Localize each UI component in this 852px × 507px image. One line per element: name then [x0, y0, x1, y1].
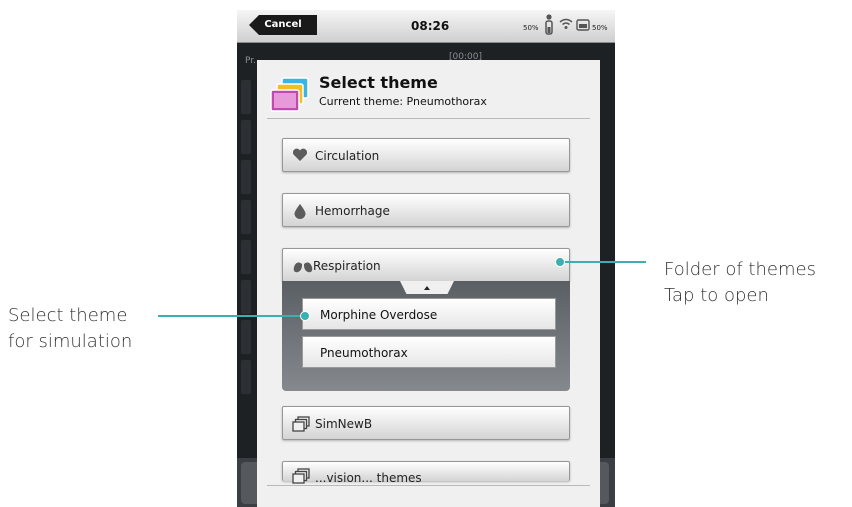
theme-item-hemorrhage[interactable]: Hemorrhage — [282, 193, 570, 227]
divider — [267, 485, 590, 486]
wifi-icon — [559, 18, 573, 29]
battery-icon — [576, 19, 590, 31]
background-row — [241, 80, 251, 114]
folder-item-simnewb[interactable]: SimNewB — [282, 406, 570, 440]
theme-item-label: Hemorrhage — [315, 204, 390, 218]
select-annotation-line1: Select theme — [8, 305, 128, 326]
dialog-title: Select theme — [319, 73, 438, 92]
folder-annotation-line2: Tap to open — [664, 285, 769, 306]
folder-item-label: SimNewB — [315, 417, 373, 431]
folder-item-label: ...vision... themes — [315, 471, 422, 485]
background-row — [241, 360, 251, 394]
background-row — [241, 200, 251, 234]
folder-item-partial[interactable]: ...vision... themes — [282, 461, 570, 485]
theme-item-label: Circulation — [315, 149, 380, 163]
heart-icon — [292, 148, 308, 161]
background-row — [241, 240, 251, 274]
current-theme-label: Current theme: Pneumothorax — [319, 95, 487, 108]
themes-icon — [270, 77, 309, 112]
folder-stack-icon — [292, 468, 310, 484]
drop-icon — [294, 204, 306, 219]
theme-item-pneumothorax[interactable]: Pneumothorax — [302, 336, 556, 368]
background-row — [241, 280, 251, 314]
select-callout-line — [158, 315, 306, 317]
select-callout-dot — [300, 311, 310, 321]
collapse-arrow-icon[interactable] — [424, 286, 430, 290]
theme-item-morphine-overdose[interactable]: Morphine Overdose — [302, 298, 556, 330]
clock: 08:26 — [411, 19, 450, 33]
theme-item-circulation[interactable]: Circulation — [282, 138, 570, 172]
cancel-button[interactable]: Cancel — [249, 15, 317, 35]
background-row — [241, 160, 251, 194]
folder-item-label: Respiration — [313, 259, 381, 273]
respiration-folder-panel: Morphine Overdose Pneumothorax — [282, 281, 570, 391]
status-bar: Cancel 08:26 50% 50% — [237, 10, 615, 43]
folder-callout-dot — [555, 257, 565, 267]
folder-callout-line — [562, 261, 646, 263]
background-row — [241, 120, 251, 154]
theme-item-label: Morphine Overdose — [320, 308, 438, 322]
folder-item-respiration[interactable]: Respiration — [282, 248, 570, 282]
select-annotation-line2: for simulation — [8, 331, 133, 352]
monitor-battery-level: 50% — [592, 24, 608, 32]
select-theme-dialog: Select theme Current theme: Pneumothorax… — [257, 60, 600, 507]
device-battery-level: 50% — [523, 24, 539, 32]
simulator-person-icon — [545, 14, 553, 35]
divider — [267, 118, 590, 119]
background-row — [241, 320, 251, 354]
folder-annotation-line1: Folder of themes — [664, 259, 816, 280]
theme-item-label: Pneumothorax — [320, 346, 408, 360]
folder-stack-icon — [292, 416, 310, 432]
lungs-icon — [293, 259, 313, 273]
